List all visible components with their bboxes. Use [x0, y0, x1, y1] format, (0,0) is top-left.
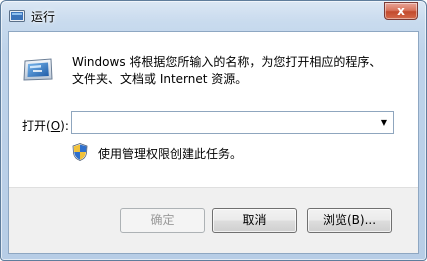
run-icon [9, 9, 25, 23]
dialog-content: Windows 将根据您所输入的名称，为您打开相应的程序、 文件夹、文档或 In… [9, 32, 418, 187]
ok-button[interactable]: 确定 [120, 208, 205, 233]
open-label-suffix: ): [60, 119, 69, 133]
run-dialog-window: 运行 x Windows 将根据您所输入的名称，为您打开相应的程序、 文件夹、文… [0, 0, 427, 261]
open-label-prefix: 打开( [22, 119, 51, 133]
uac-shield-icon [72, 143, 88, 161]
description-line-2: 文件夹、文档或 Internet 资源。 [72, 72, 248, 86]
button-bar: 确定 取消 浏览(B)... [9, 187, 418, 253]
open-label: 打开(O): [22, 117, 69, 134]
admin-privilege-note: 使用管理权限创建此任务。 [98, 147, 243, 161]
browse-button[interactable]: 浏览(B)... [307, 208, 392, 233]
open-label-hotkey: O [50, 119, 61, 133]
dialog-client-area: Windows 将根据您所输入的名称，为您打开相应的程序、 文件夹、文档或 In… [8, 31, 419, 254]
close-button[interactable]: x [384, 2, 418, 20]
window-title: 运行 [31, 10, 56, 24]
open-input[interactable] [74, 114, 374, 131]
run-program-icon [21, 52, 55, 86]
open-combobox[interactable]: ▼ [71, 111, 394, 134]
description-line-1: Windows 将根据您所输入的名称，为您打开相应的程序、 [72, 55, 382, 69]
cancel-button[interactable]: 取消 [212, 208, 297, 233]
description-text: Windows 将根据您所输入的名称，为您打开相应的程序、 文件夹、文档或 In… [72, 54, 402, 88]
title-bar[interactable]: 运行 x [1, 1, 426, 31]
close-icon: x [397, 4, 405, 18]
chevron-down-icon[interactable]: ▼ [377, 113, 391, 132]
